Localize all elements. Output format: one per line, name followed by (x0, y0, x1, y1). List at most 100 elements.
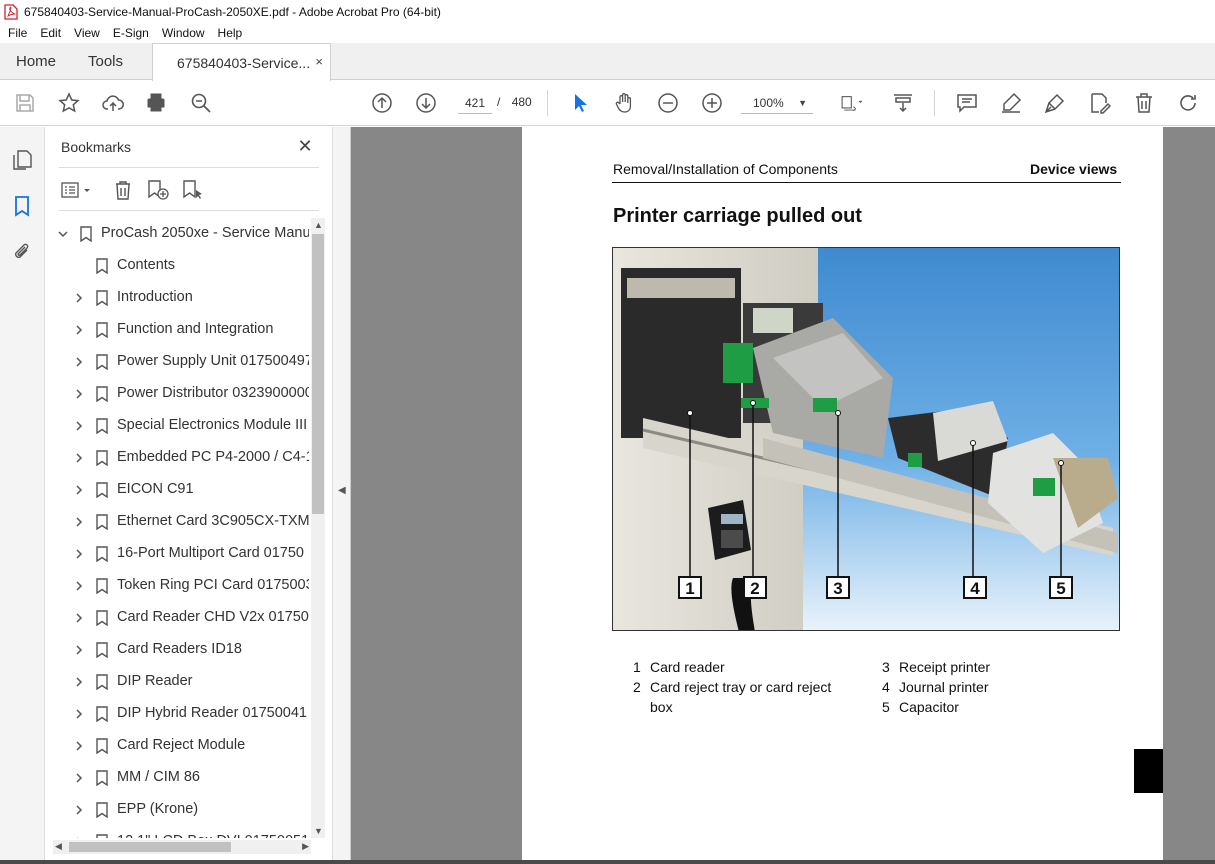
panel-splitter[interactable]: ◀ (333, 127, 351, 860)
tab-home[interactable]: Home (16, 43, 56, 80)
chevron-right-icon[interactable] (73, 356, 85, 368)
chevron-right-icon[interactable] (73, 740, 85, 752)
bottom-edge (0, 860, 1215, 864)
chevron-down-icon: ▼ (798, 98, 807, 108)
chevron-right-icon[interactable] (73, 388, 85, 400)
draw-button[interactable] (1042, 90, 1068, 116)
menu-bar: File Edit View E-Sign Window Help (0, 23, 1215, 43)
scroll-thumb[interactable] (312, 234, 324, 514)
bookmark-item[interactable]: DIP Reader (45, 666, 309, 698)
print-button[interactable] (143, 90, 169, 116)
bookmark-horizontal-scrollbar[interactable]: ◀ ▶ (53, 840, 311, 854)
toolbar-divider (934, 90, 935, 116)
collapse-panel-icon[interactable]: ◀ (338, 485, 346, 496)
menu-view[interactable]: View (74, 26, 100, 40)
scroll-right-icon[interactable]: ▶ (302, 841, 309, 852)
upload-button[interactable] (100, 90, 126, 116)
edit-pdf-button[interactable] (1086, 90, 1112, 116)
scroll-down-icon[interactable]: ▼ (314, 826, 323, 836)
zoom-select[interactable]: 100% ▼ (741, 92, 813, 114)
scroll-up-icon[interactable]: ▲ (314, 220, 323, 230)
bookmarks-panel-button[interactable] (10, 194, 34, 218)
select-tool-button[interactable] (567, 90, 593, 116)
bookmark-item[interactable]: 12.1" LCD Box DVI 01750051 (45, 826, 309, 838)
page-display-button[interactable] (835, 90, 869, 116)
highlight-button[interactable] (998, 90, 1024, 116)
save-button[interactable] (12, 90, 38, 116)
bookmark-item[interactable]: Contents (45, 250, 309, 282)
pages-panel-button[interactable] (10, 148, 34, 172)
menu-esign[interactable]: E-Sign (113, 26, 149, 40)
chevron-right-icon[interactable] (73, 452, 85, 464)
legend-text: Capacitor (899, 699, 959, 715)
chevron-right-icon[interactable] (73, 612, 85, 624)
next-page-button[interactable] (413, 90, 439, 116)
divider (59, 210, 319, 211)
menu-file[interactable]: File (8, 26, 27, 40)
menu-edit[interactable]: Edit (40, 26, 61, 40)
bookmark-item[interactable]: Introduction (45, 282, 309, 314)
chevron-right-icon[interactable] (73, 804, 85, 816)
scrolling-mode-button[interactable] (890, 90, 916, 116)
delete-button[interactable] (1131, 90, 1157, 116)
tab-tools[interactable]: Tools (88, 43, 123, 80)
chevron-right-icon[interactable] (73, 516, 85, 528)
expand-bookmark-button[interactable] (180, 177, 206, 203)
pdf-file-icon (4, 3, 18, 20)
delete-bookmark-button[interactable] (111, 177, 135, 203)
pen-icon (1002, 92, 1022, 113)
comment-button[interactable] (954, 90, 980, 116)
bookmark-item[interactable]: EPP (Krone) (45, 794, 309, 826)
scroll-thumb[interactable] (69, 842, 231, 852)
chevron-right-icon[interactable] (73, 708, 85, 720)
scroll-icon (894, 94, 912, 113)
bookmark-item[interactable]: DIP Hybrid Reader 01750041 (45, 698, 309, 730)
rotate-button[interactable] (1175, 90, 1201, 116)
close-panel-button[interactable]: ✕ (295, 136, 315, 156)
bookmark-item[interactable]: Card Reader CHD V2x 017500 (45, 602, 309, 634)
hand-tool-button[interactable] (611, 90, 637, 116)
attachments-panel-button[interactable] (10, 240, 34, 264)
chevron-right-icon[interactable] (73, 484, 85, 496)
bookmark-item[interactable]: Token Ring PCI Card 0175003 (45, 570, 309, 602)
chevron-right-icon[interactable] (73, 548, 85, 560)
chevron-right-icon[interactable] (73, 836, 85, 838)
bookmark-item[interactable]: Power Distributor 0323900000 (45, 378, 309, 410)
bookmark-star-button[interactable] (56, 90, 82, 116)
zoom-out-button[interactable] (655, 90, 681, 116)
bookmark-item[interactable]: Special Electronics Module III (45, 410, 309, 442)
previous-page-button[interactable] (369, 90, 395, 116)
bookmark-item[interactable]: ProCash 2050xe - Service Manual (45, 218, 309, 250)
bookmark-item[interactable]: Function and Integration (45, 314, 309, 346)
bookmark-item[interactable]: Embedded PC P4-2000 / C4-1 (45, 442, 309, 474)
bookmark-item[interactable]: Card Readers ID18 (45, 634, 309, 666)
callout-4: 4 (970, 579, 980, 598)
bookmark-item[interactable]: Power Supply Unit 017500497 (45, 346, 309, 378)
chevron-right-icon[interactable] (73, 676, 85, 688)
bookmark-item[interactable]: 16-Port Multiport Card 01750 (45, 538, 309, 570)
menu-help[interactable]: Help (218, 26, 243, 40)
page-number-input[interactable] (458, 92, 492, 114)
find-button[interactable] (188, 90, 214, 116)
scroll-left-icon[interactable]: ◀ (55, 841, 62, 852)
chevron-down-icon[interactable] (57, 228, 69, 240)
bookmark-item[interactable]: Card Reject Module (45, 730, 309, 762)
bookmark-tree: ProCash 2050xe - Service Manual Contents I… (45, 218, 309, 838)
chevron-right-icon[interactable] (73, 324, 85, 336)
tab-document[interactable]: 675840403-Service... × (152, 43, 331, 81)
new-bookmark-button[interactable] (145, 177, 171, 203)
bookmark-item[interactable]: EICON C91 (45, 474, 309, 506)
bookmark-options-button[interactable] (59, 177, 95, 203)
chevron-right-icon[interactable] (73, 420, 85, 432)
chevron-right-icon[interactable] (73, 292, 85, 304)
document-viewport[interactable]: Removal/Installation of Components Devic… (351, 127, 1215, 860)
chevron-right-icon[interactable] (73, 644, 85, 656)
zoom-in-button[interactable] (699, 90, 725, 116)
chevron-right-icon[interactable] (73, 580, 85, 592)
chevron-right-icon[interactable] (73, 772, 85, 784)
bookmark-item[interactable]: MM / CIM 86 (45, 762, 309, 794)
bookmark-item[interactable]: Ethernet Card 3C905CX-TXM (45, 506, 309, 538)
tab-close-button[interactable]: × (315, 54, 323, 69)
menu-window[interactable]: Window (162, 26, 205, 40)
bookmark-vertical-scrollbar[interactable]: ▲ ▼ (311, 218, 325, 838)
